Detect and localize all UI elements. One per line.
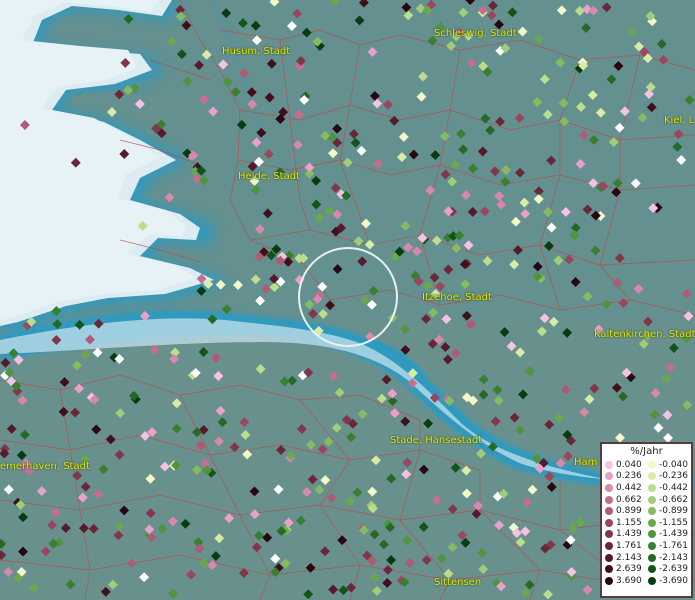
- legend-value: -2.639: [659, 564, 689, 575]
- legend-entry-negative: -1.155: [648, 518, 691, 528]
- legend-entry-negative: -0.040: [648, 460, 691, 470]
- city-label-heide: Heide, Stadt: [238, 171, 300, 182]
- legend-swatch: [648, 483, 656, 492]
- legend-value: 0.899: [616, 506, 642, 517]
- legend-value: -0.040: [659, 459, 689, 470]
- legend-entry-positive: 0.442: [605, 483, 648, 493]
- legend-swatch: [605, 553, 613, 562]
- legend-swatch: [648, 472, 656, 481]
- legend-entry-positive: 1.155: [605, 518, 648, 528]
- legend-value: 1.439: [616, 529, 642, 540]
- legend-value: 0.442: [616, 482, 642, 493]
- city-label-bremerhaven: emerhaven, Stadt: [0, 461, 90, 472]
- legend-value: -0.662: [659, 494, 689, 505]
- legend-rows: 0.040 -0.040 0.236 -0.236 0.442 -0.442 0.662 -0…: [602, 459, 691, 587]
- legend: %/Jahr 0.040 -0.040 0.236 -0.236 0.442 -0.442…: [600, 442, 693, 598]
- legend-value: -0.236: [659, 471, 689, 482]
- legend-value: -1.155: [659, 517, 689, 528]
- legend-value: 2.143: [616, 552, 642, 563]
- legend-value: 2.639: [616, 564, 642, 575]
- legend-entry-negative: -1.761: [648, 541, 691, 551]
- legend-swatch: [648, 553, 656, 562]
- legend-row: 2.143 -2.143: [605, 552, 691, 564]
- legend-value: -2.143: [659, 552, 689, 563]
- legend-swatch: [648, 576, 656, 585]
- legend-entry-negative: -2.143: [648, 553, 691, 563]
- legend-entry-positive: 1.761: [605, 541, 648, 551]
- legend-row: 0.662 -0.662: [605, 494, 691, 506]
- legend-entry-positive: 0.040: [605, 460, 648, 470]
- legend-entry-negative: -3.690: [648, 576, 691, 586]
- legend-swatch: [605, 495, 613, 504]
- legend-swatch: [648, 565, 656, 574]
- legend-value: 0.662: [616, 494, 642, 505]
- legend-swatch: [605, 483, 613, 492]
- legend-value: 1.155: [616, 517, 642, 528]
- legend-row: 3.690 -3.690: [605, 575, 691, 587]
- legend-value: 1.761: [616, 540, 642, 551]
- legend-entry-negative: -0.662: [648, 495, 691, 505]
- legend-swatch: [605, 530, 613, 539]
- legend-entry-positive: 0.662: [605, 495, 648, 505]
- legend-value: 0.040: [616, 459, 642, 470]
- city-label-kiel: Kiel, L: [664, 115, 695, 126]
- legend-swatch: [648, 460, 656, 469]
- legend-swatch: [648, 507, 656, 516]
- city-label-hamburg: Ham: [574, 457, 598, 468]
- city-label-itzehoe: Itzehoe, Stadt: [422, 292, 492, 303]
- legend-swatch: [605, 576, 613, 585]
- legend-entry-positive: 0.236: [605, 471, 648, 481]
- legend-swatch: [605, 472, 613, 481]
- legend-swatch: [648, 530, 656, 539]
- legend-row: 1.439 -1.439: [605, 529, 691, 541]
- legend-entry-positive: 1.439: [605, 529, 648, 539]
- legend-row: 1.761 -1.761: [605, 540, 691, 552]
- legend-entry-positive: 0.899: [605, 506, 648, 516]
- city-label-stade: Stade, Hansestadt: [390, 435, 483, 446]
- city-label-schleswig: Schleswig, Stadt: [434, 28, 517, 39]
- legend-entry-negative: -0.899: [648, 506, 691, 516]
- legend-entry-negative: -0.236: [648, 471, 691, 481]
- legend-entry-negative: -2.639: [648, 564, 691, 574]
- legend-row: 1.155 -1.155: [605, 517, 691, 529]
- legend-row: 0.899 -0.899: [605, 505, 691, 517]
- legend-row: 0.040 -0.040: [605, 459, 691, 471]
- legend-value: -1.761: [659, 540, 689, 551]
- city-label-sittensen: Sittensen: [434, 577, 482, 588]
- legend-entry-positive: 3.690: [605, 576, 648, 586]
- legend-value: 0.236: [616, 471, 642, 482]
- legend-swatch: [648, 518, 656, 527]
- map-background: [0, 0, 695, 600]
- legend-value: -0.899: [659, 506, 689, 517]
- legend-swatch: [605, 565, 613, 574]
- map-canvas[interactable]: Husum, Stadt Schleswig, Stadt Kiel, L He…: [0, 0, 695, 600]
- legend-swatch: [648, 541, 656, 550]
- legend-entry-negative: -1.439: [648, 529, 691, 539]
- legend-row: 0.236 -0.236: [605, 471, 691, 483]
- legend-value: -0.442: [659, 482, 689, 493]
- legend-swatch: [605, 507, 613, 516]
- legend-swatch: [605, 541, 613, 550]
- city-label-husum: Husum, Stadt: [222, 46, 291, 57]
- legend-swatch: [605, 460, 613, 469]
- legend-title: %/Jahr: [630, 446, 663, 457]
- legend-entry-positive: 2.639: [605, 564, 648, 574]
- legend-entry-negative: -0.442: [648, 483, 691, 493]
- legend-swatch: [648, 495, 656, 504]
- legend-swatch: [605, 518, 613, 527]
- legend-row: 2.639 -2.639: [605, 563, 691, 575]
- legend-entry-positive: 2.143: [605, 553, 648, 563]
- legend-value: -3.690: [659, 575, 689, 586]
- city-label-kaltenkirchen: Kaltenkirchen, Stadt: [594, 329, 695, 340]
- legend-value: -1.439: [659, 529, 689, 540]
- legend-row: 0.442 -0.442: [605, 482, 691, 494]
- legend-value: 3.690: [616, 575, 642, 586]
